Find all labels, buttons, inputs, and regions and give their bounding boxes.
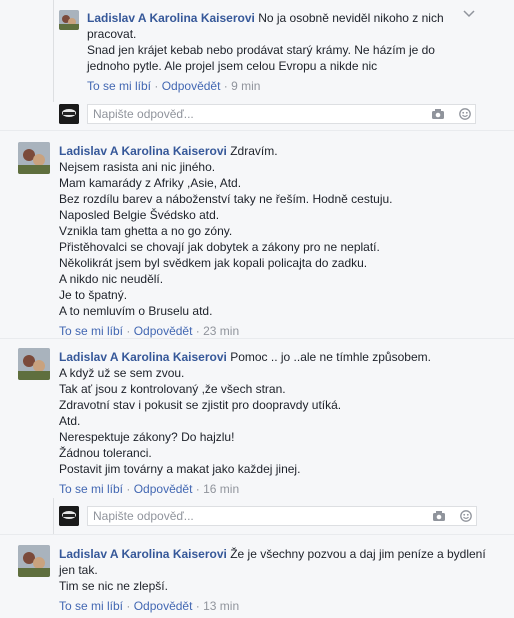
comment-text: No ja osobně neviděl nikoho z nich	[258, 11, 444, 25]
comment-line: Mam kamarády z Afriky ,Asie, Atd.	[59, 176, 242, 190]
current-user-avatar	[59, 506, 79, 526]
comment-line: Tim se nic ne zlepší.	[59, 579, 168, 593]
timestamp[interactable]: 9 min	[231, 79, 260, 93]
emoji-icon[interactable]	[460, 509, 472, 527]
comment: Ladislav A Karolina Kaiserovi No ja osob…	[87, 10, 457, 94]
comment-line: Několikrát jsem byl svědkem jak kopali p…	[59, 256, 368, 270]
reply-link[interactable]: Odpovědět	[162, 79, 221, 93]
separator: ·	[195, 482, 200, 496]
like-link[interactable]: To se mi líbí	[87, 79, 151, 93]
reply-placeholder: Napište odpověď...	[93, 509, 194, 523]
like-link[interactable]: To se mi líbí	[59, 324, 123, 338]
divider	[0, 534, 514, 535]
comment-text: Zdravím.	[230, 144, 278, 158]
comment-line: Postavit jim továrny a makat jako každej…	[59, 462, 301, 476]
timestamp[interactable]: 13 min	[203, 599, 239, 613]
separator: ·	[126, 599, 131, 613]
comment-text: Že je všechny pozvou a daj jim peníze a …	[230, 547, 486, 561]
comment-line: Bez rozdílu barev a náboženství taky ne …	[59, 192, 393, 206]
timestamp[interactable]: 16 min	[203, 482, 239, 496]
like-link[interactable]: To se mi líbí	[59, 599, 123, 613]
comment: Ladislav A Karolina Kaiserovi Pomoc .. j…	[59, 349, 499, 497]
reply-input[interactable]: Napište odpověď...	[87, 104, 476, 124]
comment-author[interactable]: Ladislav A Karolina Kaiserovi	[59, 547, 227, 561]
comment-line: Vznikla tam ghetta a no go zóny.	[59, 224, 233, 238]
separator: ·	[126, 324, 131, 338]
chevron-down-icon[interactable]	[462, 6, 476, 22]
comment-line: Atd.	[59, 414, 81, 428]
separator: ·	[223, 79, 228, 93]
thread-line	[53, 0, 54, 102]
avatar[interactable]	[18, 545, 50, 577]
comment-line: Žádnou toleranci.	[59, 446, 152, 460]
reply-link[interactable]: Odpovědět	[134, 324, 193, 338]
comment-body: Ladislav A Karolina Kaiserovi No ja osob…	[87, 10, 457, 74]
comment-text: Pomoc .. jo ..ale ne tímhle způsobem.	[230, 350, 431, 364]
comment-actions: To se mi líbí · Odpovědět · 9 min	[87, 78, 457, 94]
comment-author[interactable]: Ladislav A Karolina Kaiserovi	[59, 350, 227, 364]
current-user-avatar	[59, 104, 79, 124]
reply-input[interactable]: Napište odpověď...	[87, 506, 477, 526]
comment: Ladislav A Karolina Kaiserovi Že je všec…	[59, 546, 499, 614]
comment-line: jen tak.	[59, 563, 98, 577]
comment-actions: To se mi líbí · Odpovědět · 23 min	[59, 323, 499, 339]
camera-icon[interactable]	[432, 509, 446, 527]
camera-icon[interactable]	[431, 107, 445, 125]
avatar[interactable]	[18, 142, 50, 174]
comment-line: Nerespektuje zákony? Do hajzlu!	[59, 430, 235, 444]
comment-body: Ladislav A Karolina Kaiserovi Že je všec…	[59, 546, 499, 594]
separator: ·	[154, 79, 159, 93]
separator: ·	[126, 482, 131, 496]
like-link[interactable]: To se mi líbí	[59, 482, 123, 496]
comment-actions: To se mi líbí · Odpovědět · 16 min	[59, 481, 499, 497]
thread-line	[53, 498, 54, 534]
reply-link[interactable]: Odpovědět	[134, 482, 193, 496]
comment-line: Nejsem rasista ani nic jiného.	[59, 160, 216, 174]
comment-line: Je to špatný.	[59, 288, 128, 302]
comment-body: Ladislav A Karolina Kaiserovi Pomoc .. j…	[59, 349, 499, 477]
separator: ·	[195, 324, 200, 338]
comment-line: Zdravotní stav i pokusit se zjistit pro …	[59, 398, 342, 412]
comment-line: jednoho pytle. Ale projel jsem celou Evr…	[87, 59, 378, 73]
comment-line: pracovat.	[87, 27, 137, 41]
reply-link[interactable]: Odpovědět	[134, 599, 193, 613]
comment-line: Tak ať jsou z kontrolovaný ,že všech str…	[59, 382, 286, 396]
comment-line: A když už se sem zvou.	[59, 366, 185, 380]
reply-placeholder: Napište odpověď...	[93, 107, 194, 121]
comment-line: Přistěhovalci se chovají jak dobytek a z…	[59, 240, 380, 254]
comment: Ladislav A Karolina Kaiserovi Zdravím. N…	[59, 143, 499, 339]
comment-actions: To se mi líbí · Odpovědět · 13 min	[59, 598, 499, 614]
divider	[0, 130, 514, 131]
avatar[interactable]	[59, 10, 79, 30]
comment-body: Ladislav A Karolina Kaiserovi Zdravím. N…	[59, 143, 499, 319]
timestamp[interactable]: 23 min	[203, 324, 239, 338]
comment-line: A nikdo nic neudělí.	[59, 272, 164, 286]
comment-line: Naposled Belgie Švédsko atd.	[59, 208, 220, 222]
comment-line: A to nemluvím o Bruselu atd.	[59, 304, 213, 318]
emoji-icon[interactable]	[459, 107, 471, 125]
avatar[interactable]	[18, 348, 50, 380]
comment-line: Snad jen krájet kebab nebo prodávat star…	[87, 43, 435, 57]
comment-author[interactable]: Ladislav A Karolina Kaiserovi	[59, 144, 227, 158]
divider	[0, 338, 514, 339]
comment-author[interactable]: Ladislav A Karolina Kaiserovi	[87, 11, 255, 25]
separator: ·	[195, 599, 200, 613]
